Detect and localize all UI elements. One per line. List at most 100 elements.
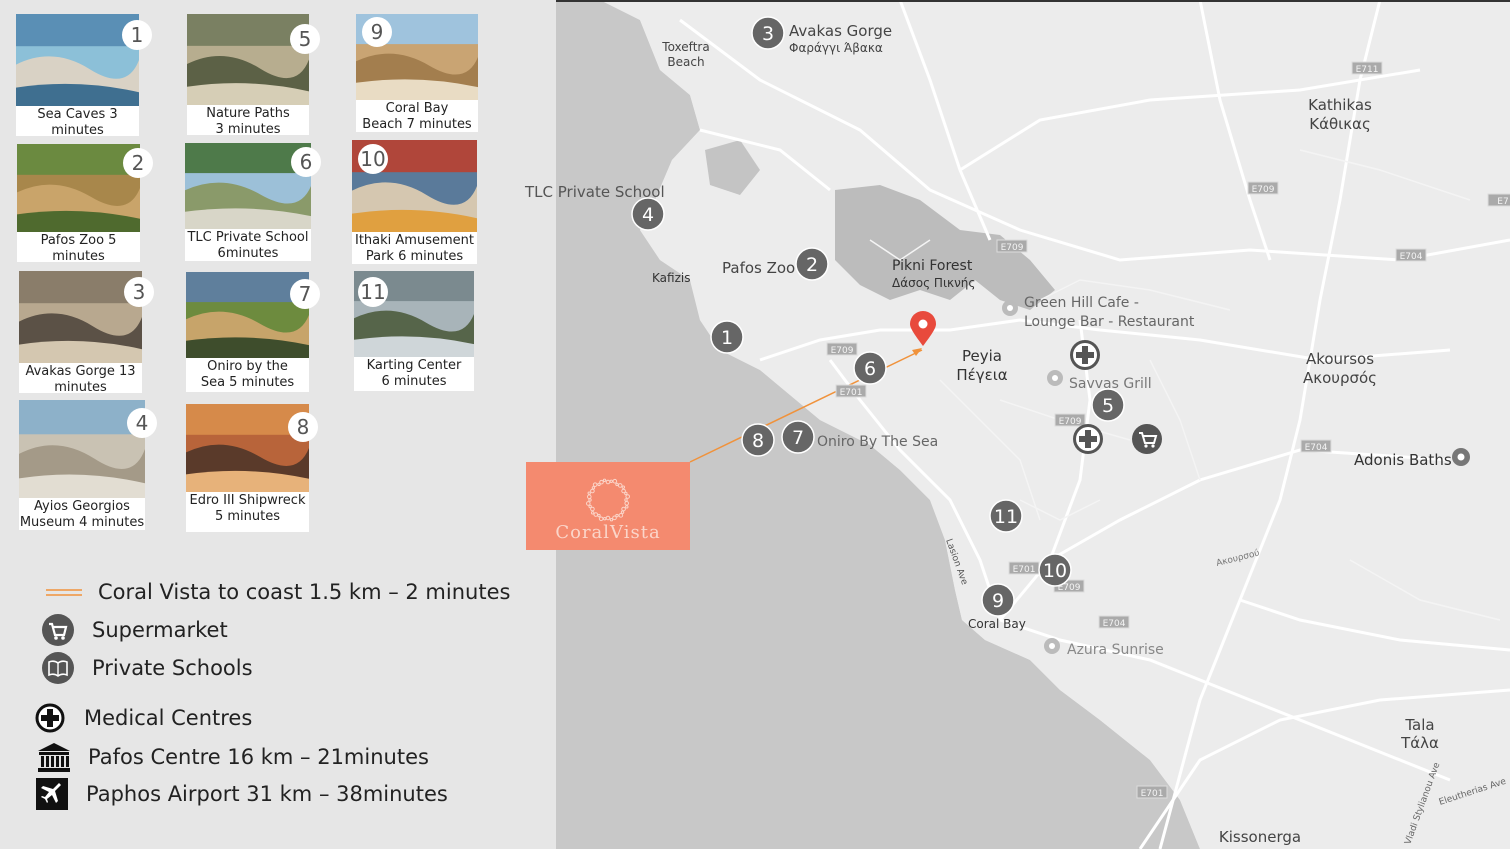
legend-supermarket-label: Supermarket: [92, 618, 228, 642]
medical-marker-2[interactable]: [1073, 424, 1103, 454]
poi-pin-azura[interactable]: [1044, 638, 1060, 654]
tile-10[interactable]: 10 Ithaki Amusement Park 6 minutes: [352, 140, 477, 264]
label-toxeftra-2: Beach: [667, 55, 704, 69]
legend-schools: Private Schools: [38, 650, 253, 686]
poi-pin-adonis[interactable]: [1452, 448, 1470, 466]
label-kathikas-gr: Κάθικας: [1309, 115, 1371, 133]
tile-number-badge: 2: [123, 148, 153, 178]
label-akoursos-gr: Ακουρσός: [1303, 369, 1377, 387]
tile-caption: Pafos Zoo 5 minutes: [17, 233, 140, 265]
map-marker-11[interactable]: 11: [989, 499, 1023, 533]
map-marker-1[interactable]: 1: [710, 320, 744, 354]
road-shield-label: E709: [1001, 243, 1024, 253]
label-azura: Azura Sunrise: [1067, 642, 1164, 658]
map-marker-9[interactable]: 9: [981, 583, 1015, 617]
legend-centre: Pafos Centre 16 km – 21minutes: [34, 739, 429, 775]
poi-pin-savvas[interactable]: [1047, 370, 1063, 386]
legend-coast: Coral Vista to coast 1.5 km – 2 minutes: [44, 574, 510, 610]
tile-caption: Sea Caves 3 minutes: [16, 107, 139, 139]
tile-number-badge: 1: [122, 20, 152, 50]
road-shield: E7: [1487, 193, 1510, 207]
tile-caption: Ayios Georgios Museum 4 minutes: [19, 499, 145, 531]
map-marker-8[interactable]: 8: [741, 423, 775, 457]
map-marker-7[interactable]: 7: [781, 420, 815, 454]
label-kafizis: Kafizis: [652, 271, 690, 285]
legend-airport: Paphos Airport 31 km – 38minutes: [32, 776, 448, 812]
tile-photo: [186, 272, 309, 358]
label-peyia-gr: Πέγεια: [956, 366, 1007, 384]
tile-caption-line: Coral Bay: [385, 101, 449, 116]
coral-vista-logo-box: CoralVista: [526, 462, 690, 550]
label-zoo: Pafos Zoo: [722, 259, 795, 277]
road-shield: E701: [1136, 785, 1168, 799]
tile-number-badge: 7: [290, 279, 320, 309]
tile-8[interactable]: 8 Edro III Shipwreck 5 minutes: [186, 404, 318, 532]
tile-number-badge: 3: [124, 277, 154, 307]
tile-number-badge: 10: [358, 144, 388, 174]
tile-photo: [187, 14, 309, 105]
tile-caption-line: Beach 7 minutes: [362, 117, 472, 132]
map-marker-number: 8: [752, 430, 764, 452]
map-marker-6[interactable]: 6: [853, 351, 887, 385]
map-marker-10[interactable]: 10: [1038, 553, 1072, 587]
label-tala-gr: Τάλα: [1400, 734, 1439, 752]
legend-airport-label: Paphos Airport 31 km – 38minutes: [86, 782, 448, 806]
tile-photo: [19, 271, 142, 363]
tile-7[interactable]: 7 Oniro by the Sea 5 minutes: [186, 272, 320, 392]
tile-caption-line: Ithaki Amusement: [355, 233, 474, 248]
map-marker-number: 2: [806, 254, 818, 276]
tile-caption-line: 6 minutes: [381, 374, 447, 389]
tile-3[interactable]: 3 Avakas Gorge 13 minutes: [19, 271, 154, 395]
tile-9[interactable]: 9 Coral Bay Beach 7 minutes: [356, 14, 478, 132]
tile-6[interactable]: 6 TLC Private School 6minutes: [185, 143, 321, 261]
map-marker-number: 3: [762, 23, 774, 45]
road-shield-label: E701: [840, 388, 863, 398]
road-shield-label: E709: [1252, 185, 1275, 195]
tile-photo: [17, 144, 140, 232]
legend-medical-label: Medical Centres: [84, 706, 253, 730]
legend-supermarket: Supermarket: [38, 612, 228, 648]
label-kissonerga: Kissonerga: [1219, 828, 1301, 846]
map-marker-number: 11: [994, 506, 1018, 528]
tile-2[interactable]: 2 Pafos Zoo 5 minutes: [17, 144, 153, 265]
tile-caption: Oniro by the Sea 5 minutes: [186, 359, 309, 391]
tile-number-badge: 9: [362, 17, 392, 47]
road-shield: E709: [1247, 181, 1279, 195]
map-marker-number: 9: [992, 590, 1004, 612]
tile-caption-line: minutes: [54, 380, 107, 395]
tile-number-badge: 6: [291, 147, 321, 177]
tile-11[interactable]: 11 Karting Center 6 minutes: [354, 271, 474, 391]
tile-caption-line: Pafos Zoo 5: [40, 233, 117, 248]
label-tlc: TLC Private School: [524, 183, 665, 201]
road-shield-label: E709: [1059, 417, 1082, 427]
tile-caption: Nature Paths 3 minutes: [187, 106, 309, 138]
label-tala: Tala: [1404, 716, 1434, 734]
road-shield: E709: [1054, 413, 1086, 427]
supermarket-marker[interactable]: [1132, 424, 1162, 454]
tile-caption-line: Museum 4 minutes: [19, 515, 145, 530]
label-adonis: Adonis Baths: [1354, 451, 1452, 469]
map-marker-number: 7: [792, 427, 804, 449]
road-shield: E701: [1008, 561, 1040, 575]
tile-number-badge: 4: [127, 408, 157, 438]
map-marker-3[interactable]: 3: [751, 16, 785, 50]
road-shield: E701: [835, 384, 867, 398]
road-shield-label: E709: [831, 346, 854, 356]
poi-pin-greenhill[interactable]: [1002, 300, 1018, 316]
map-marker-2[interactable]: 2: [795, 247, 829, 281]
tile-5[interactable]: 5 Nature Paths 3 minutes: [187, 14, 320, 138]
tile-1[interactable]: 1 Sea Caves 3 minutes: [16, 14, 152, 139]
label-coralbay: Coral Bay: [968, 617, 1026, 631]
map-marker-5[interactable]: 5: [1091, 388, 1125, 422]
label-oniro: Oniro By The Sea: [817, 434, 938, 450]
tile-4[interactable]: 4 Ayios Georgios Museum 4 minutes: [19, 400, 157, 531]
map-marker-4[interactable]: 4: [631, 197, 665, 231]
road-shield: E704: [1395, 248, 1427, 262]
tile-caption-line: Sea Caves 3: [37, 107, 118, 122]
tile-caption: Edro III Shipwreck 5 minutes: [186, 493, 309, 525]
tile-caption-line: 5 minutes: [214, 509, 281, 524]
medical-marker-1[interactable]: [1070, 340, 1100, 370]
tile-caption-line: Avakas Gorge 13: [25, 364, 136, 379]
tile-caption-line: Karting Center: [366, 358, 462, 373]
airplane-icon: [32, 777, 72, 811]
